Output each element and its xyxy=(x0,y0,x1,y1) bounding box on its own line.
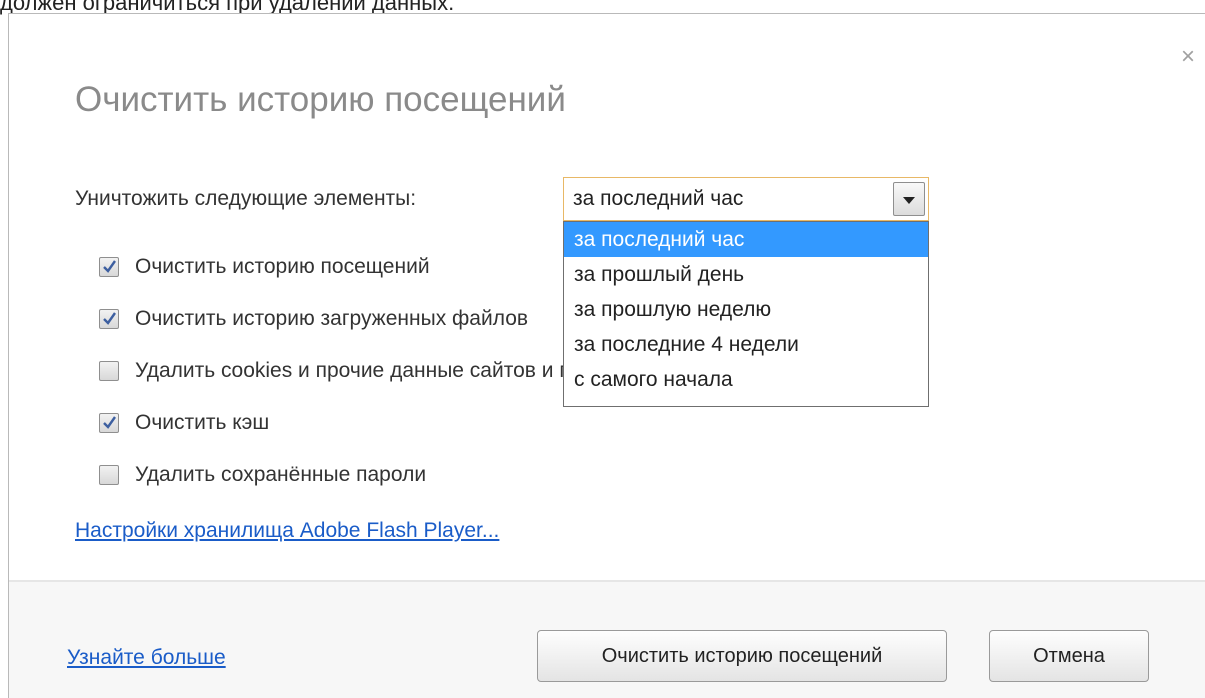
period-dropdown-list: за последний час за прошлый день за прош… xyxy=(563,221,929,407)
period-label: Уничтожить следующие элементы: xyxy=(75,187,417,210)
check-icon xyxy=(103,416,116,429)
checkbox-downloads[interactable] xyxy=(99,309,119,329)
clear-history-button[interactable]: Очистить историю посещений xyxy=(537,630,947,682)
close-icon[interactable]: × xyxy=(1177,45,1199,69)
period-option[interactable]: за последний час xyxy=(564,222,928,257)
checkbox-history[interactable] xyxy=(99,257,119,277)
checkbox-cache[interactable] xyxy=(99,413,119,433)
dialog-footer: Узнайте больше Очистить историю посещени… xyxy=(9,580,1205,698)
clear-browsing-data-dialog: × Очистить историю посещений Уничтожить … xyxy=(8,13,1205,698)
period-option[interactable]: за последние 4 недели xyxy=(564,327,928,362)
checkbox-label: Очистить историю посещений xyxy=(135,255,430,278)
period-option[interactable]: за прошлую неделю xyxy=(564,292,928,327)
checkbox-row-passwords[interactable]: Удалить сохранённые пароли xyxy=(99,449,648,501)
checkbox-cookies[interactable] xyxy=(99,361,119,381)
period-option[interactable]: с самого начала xyxy=(564,362,928,397)
dialog-title: Очистить историю посещений xyxy=(75,80,566,119)
period-select-value: за последний час xyxy=(573,187,744,210)
check-icon xyxy=(103,312,116,325)
page: должен ограничиться при удалении данных.… xyxy=(0,0,1205,698)
checkbox-label: Очистить историю загруженных файлов xyxy=(135,307,529,330)
learn-more-link[interactable]: Узнайте больше xyxy=(67,646,226,670)
cancel-button[interactable]: Отмена xyxy=(989,630,1149,682)
flash-storage-settings-link[interactable]: Настройки хранилища Adobe Flash Player..… xyxy=(75,519,499,543)
check-icon xyxy=(103,260,116,273)
period-option[interactable]: за прошлый день xyxy=(564,257,928,292)
checkbox-label: Удалить сохранённые пароли xyxy=(135,463,427,486)
checkbox-passwords[interactable] xyxy=(99,465,119,485)
checkbox-label: Очистить кэш xyxy=(135,411,270,434)
chevron-down-icon[interactable] xyxy=(893,182,925,216)
period-select[interactable]: за последний час xyxy=(563,177,929,221)
